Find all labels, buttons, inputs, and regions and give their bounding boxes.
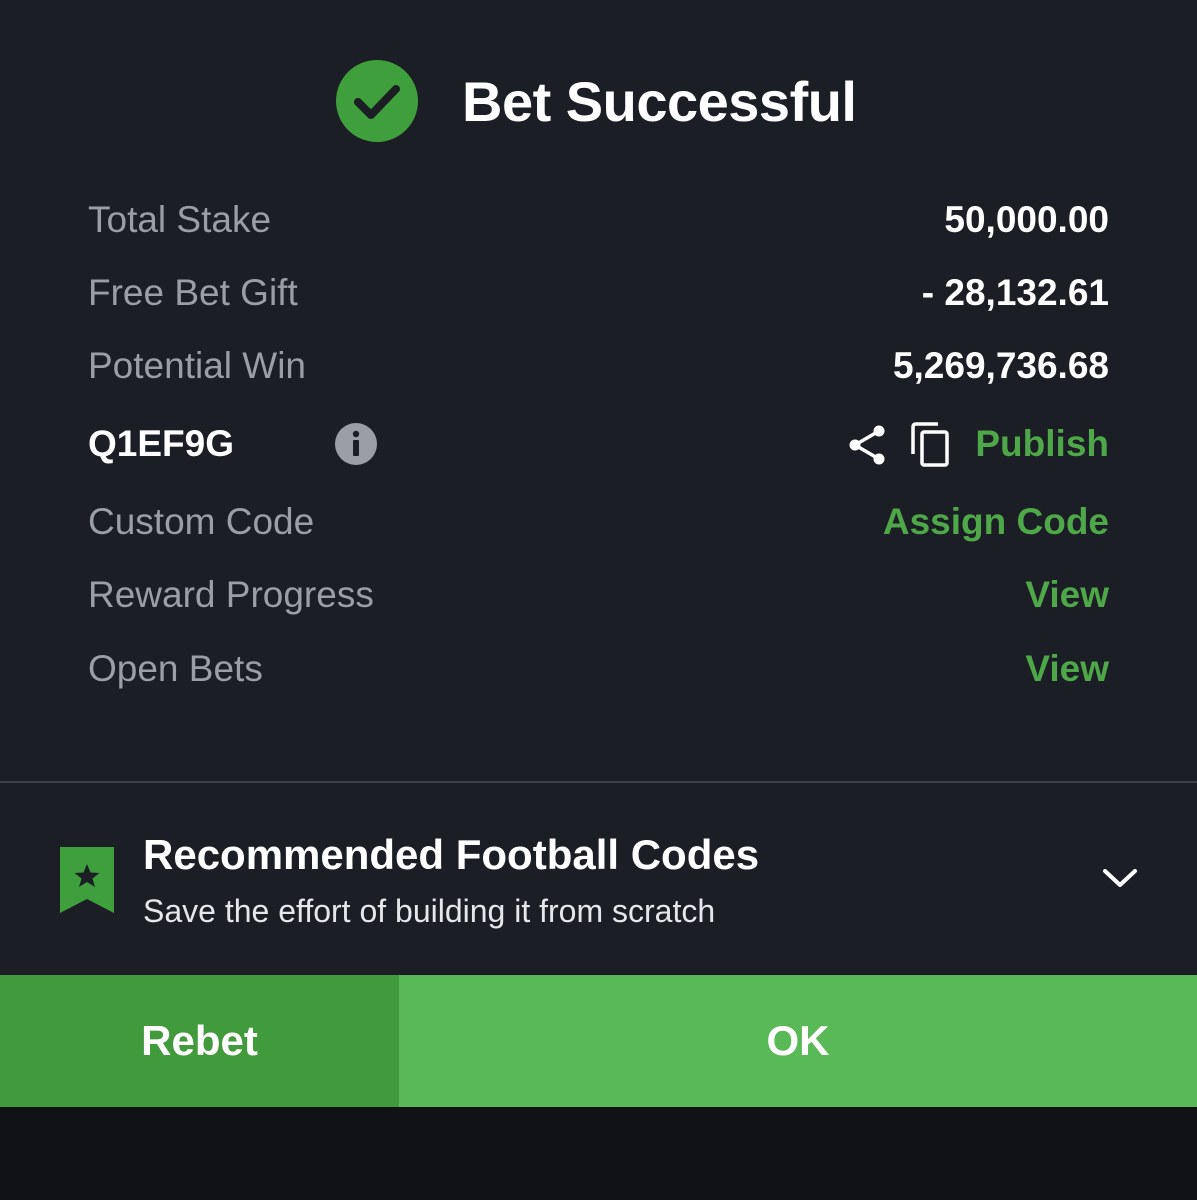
free-bet-gift-label: Free Bet Gift [88,272,298,313]
recommended-codes-section[interactable]: Recommended Football Codes Save the effo… [0,783,1197,975]
action-buttons: Rebet OK [0,975,1197,1107]
total-stake-value: 50,000.00 [944,199,1109,240]
bookmark-star-icon [60,847,114,913]
check-circle-icon [336,60,418,142]
potential-win-label: Potential Win [88,345,306,386]
custom-code-label: Custom Code [88,501,315,542]
potential-win-row: Potential Win 5,269,736.68 [88,341,1109,391]
recommended-subtitle: Save the effort of building it from scra… [143,893,716,929]
booking-code-row: Q1EF9G Publish [88,419,1109,469]
custom-code-row: Custom Code Assign Code [88,497,1109,547]
publish-link[interactable]: Publish [975,419,1109,469]
bottom-safe-area [0,1107,1197,1200]
copy-icon[interactable] [910,421,954,469]
open-bets-label: Open Bets [88,648,263,689]
potential-win-value: 5,269,736.68 [892,345,1109,386]
total-stake-label: Total Stake [88,199,272,240]
rebet-button[interactable]: Rebet [0,975,399,1107]
chevron-down-icon[interactable] [1100,863,1140,893]
ok-button[interactable]: OK [399,975,1197,1107]
reward-progress-view-link[interactable]: View [1025,570,1109,620]
open-bets-row: Open Bets View [88,644,1109,694]
recommended-title: Recommended Football Codes [143,831,760,878]
info-icon[interactable] [334,422,378,466]
reward-progress-row: Reward Progress View [88,570,1109,620]
assign-code-link[interactable]: Assign Code [883,497,1109,547]
bet-success-panel: Bet Successful Total Stake 50,000.00 Fre… [0,0,1197,782]
success-header: Bet Successful [0,58,1197,148]
share-icon[interactable] [846,423,890,467]
free-bet-gift-value: - 28,132.61 [921,272,1109,313]
reward-progress-label: Reward Progress [88,574,374,615]
open-bets-view-link[interactable]: View [1025,644,1109,694]
total-stake-row: Total Stake 50,000.00 [88,195,1109,245]
booking-code: Q1EF9G [88,423,234,464]
free-bet-gift-row: Free Bet Gift - 28,132.61 [88,268,1109,318]
page-title: Bet Successful [462,70,857,133]
